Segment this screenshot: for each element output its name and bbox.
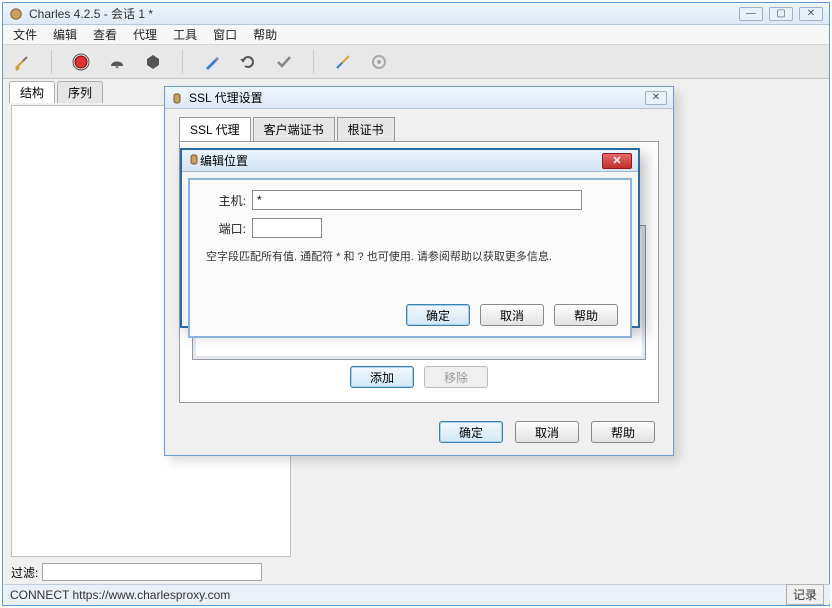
ssl-tabs: SSL 代理 客户端证书 根证书 [179,117,673,141]
throttle-icon[interactable] [108,53,126,71]
pen-icon[interactable] [203,53,221,71]
broom-icon[interactable] [13,53,31,71]
menu-proxy[interactable]: 代理 [127,24,163,45]
ssl-cancel-button[interactable]: 取消 [515,421,579,443]
filter-input[interactable] [42,563,262,581]
host-label: 主机: [206,192,246,209]
ssl-help-button[interactable]: 帮助 [591,421,655,443]
ssl-dialog-titlebar: SSL 代理设置 ✕ [165,87,673,109]
edit-dialog-close-button[interactable]: ✕ [602,153,632,169]
refresh-icon[interactable] [239,53,257,71]
app-icon [9,7,23,21]
record-icon[interactable] [72,53,90,71]
port-input[interactable] [252,218,322,238]
edit-ok-button[interactable]: 确定 [406,304,470,326]
menu-file[interactable]: 文件 [7,24,43,45]
edit-location-dialog: 编辑位置 ✕ 主机: 端口: 空字段匹配所有值. 通配符 * 和 ? 也可使用.… [180,148,640,328]
maximize-button[interactable]: ▢ [769,7,793,21]
main-titlebar: Charles 4.2.5 - 会话 1 * — ▢ ✕ [3,3,829,25]
edit-cancel-button[interactable]: 取消 [480,304,544,326]
port-label: 端口: [206,220,246,237]
log-button[interactable]: 记录 [786,584,824,605]
ssl-dialog-title: SSL 代理设置 [189,89,645,106]
statusbar: CONNECT https://www.charlesproxy.com 记录 [4,584,830,604]
breakpoint-icon[interactable] [144,53,162,71]
filter-row: 过滤: [11,561,291,583]
window-title: Charles 4.2.5 - 会话 1 * [29,5,739,22]
add-location-button[interactable]: 添加 [350,366,414,388]
host-input[interactable] [252,190,582,210]
edit-hint-text: 空字段匹配所有值. 通配符 * 和 ? 也可使用. 请参阅帮助以获取更多信息. [206,248,614,264]
menu-help[interactable]: 帮助 [247,24,283,45]
edit-help-button[interactable]: 帮助 [554,304,618,326]
menu-window[interactable]: 窗口 [207,24,243,45]
ssl-tab-root-cert[interactable]: 根证书 [337,117,395,141]
toolbar [3,45,829,79]
tools-icon[interactable] [334,53,352,71]
ssl-dialog-close-button[interactable]: ✕ [645,91,667,105]
status-text: CONNECT https://www.charlesproxy.com [10,588,230,602]
check-icon[interactable] [275,53,293,71]
vase-icon [188,153,200,168]
vase-icon [171,92,183,104]
minimize-button[interactable]: — [739,7,763,21]
edit-dialog-titlebar: 编辑位置 ✕ [182,150,638,172]
remove-location-button: 移除 [424,366,488,388]
menu-view[interactable]: 查看 [87,24,123,45]
close-window-button[interactable]: ✕ [799,7,823,21]
settings-icon[interactable] [370,53,388,71]
ssl-tab-proxy[interactable]: SSL 代理 [179,117,251,141]
tab-sequence[interactable]: 序列 [57,81,103,103]
menu-edit[interactable]: 编辑 [47,24,83,45]
filter-label: 过滤: [11,564,38,581]
edit-dialog-body: 主机: 端口: 空字段匹配所有值. 通配符 * 和 ? 也可使用. 请参阅帮助以… [188,178,632,338]
menubar: 文件 编辑 查看 代理 工具 窗口 帮助 [3,25,829,45]
menu-tools[interactable]: 工具 [167,24,203,45]
tab-structure[interactable]: 结构 [9,81,55,103]
edit-dialog-title: 编辑位置 [200,152,602,169]
ssl-tab-client-cert[interactable]: 客户端证书 [253,117,335,141]
ssl-ok-button[interactable]: 确定 [439,421,503,443]
